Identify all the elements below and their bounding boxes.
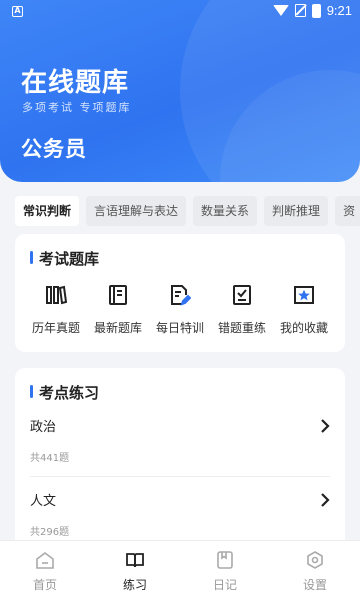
settings-icon: [270, 550, 360, 570]
favorites-button[interactable]: 我的收藏: [273, 282, 335, 336]
status-bar: A 9:21: [0, 0, 360, 24]
books-icon: [25, 282, 87, 308]
status-time: 9:21: [326, 3, 352, 18]
no-sim-icon: [294, 4, 306, 17]
section-title: 考试题库: [30, 248, 99, 269]
category-tabs: 常识判断 言语理解与表达 数量关系 判断推理 资: [15, 196, 360, 226]
wifi-icon: [272, 5, 289, 16]
tab-verbal[interactable]: 言语理解与表达: [86, 196, 187, 226]
chevron-right-icon: [320, 492, 330, 512]
latest-bank-label: 最新题库: [93, 321, 142, 335]
topic-name: 政治: [30, 420, 57, 435]
question-bank-card: 考试题库 历年真题 最新题库 每日特训 错题重练 我的收藏: [15, 234, 345, 352]
header-banner: A 9:21 在线题库 多项考试 专项题库 公务员: [0, 0, 360, 182]
app-title: 在线题库: [21, 68, 130, 98]
topic-count: 共296题: [30, 527, 70, 538]
exam-selector[interactable]: 公务员: [21, 133, 87, 163]
latest-bank-button[interactable]: 最新题库: [87, 282, 149, 336]
list-item[interactable]: 政治 共441题: [30, 416, 330, 464]
wrong-questions-button[interactable]: 错题重练: [211, 282, 273, 336]
tab-data-analysis[interactable]: 资: [335, 196, 360, 226]
nav-settings[interactable]: 设置: [270, 541, 360, 600]
nav-home[interactable]: 首页: [0, 541, 90, 600]
bottom-navigation: 首页 练习 日记 设置: [0, 540, 360, 600]
edit-document-icon: [149, 282, 211, 308]
divider: [30, 476, 330, 477]
app-notification-icon: A: [12, 6, 23, 17]
topic-practice-card: 考点练习 政治 共441题 人文 共296题: [15, 368, 345, 558]
daily-training-button[interactable]: 每日特训: [149, 282, 211, 336]
tab-quantitative[interactable]: 数量关系: [193, 196, 258, 226]
nav-practice-label: 练习: [122, 578, 147, 592]
nav-practice[interactable]: 练习: [90, 541, 180, 600]
nav-diary-label: 日记: [212, 578, 237, 592]
daily-training-label: 每日特训: [155, 321, 204, 335]
past-exams-button[interactable]: 历年真题: [25, 282, 87, 336]
nav-settings-label: 设置: [302, 578, 327, 592]
home-icon: [0, 550, 90, 570]
battery-icon: [311, 3, 321, 18]
checklist-icon: [211, 282, 273, 308]
nav-home-label: 首页: [32, 578, 57, 592]
list-item[interactable]: 人文 共296题: [30, 490, 330, 538]
topic-count: 共441题: [30, 453, 70, 464]
star-folder-icon: [273, 282, 335, 308]
chevron-right-icon: [320, 418, 330, 438]
app-subtitle: 多项考试 专项题库: [22, 101, 132, 114]
wrong-questions-label: 错题重练: [217, 321, 266, 335]
topic-name: 人文: [30, 494, 57, 509]
nav-diary[interactable]: 日记: [180, 541, 270, 600]
tab-reasoning[interactable]: 判断推理: [264, 196, 329, 226]
section-title: 考点练习: [30, 382, 99, 403]
past-exams-label: 历年真题: [31, 321, 80, 335]
tab-common-sense[interactable]: 常识判断: [15, 196, 80, 226]
notebook-icon: [87, 282, 149, 308]
book-open-icon: [90, 550, 180, 570]
favorites-label: 我的收藏: [279, 321, 328, 335]
diary-icon: [180, 550, 270, 570]
